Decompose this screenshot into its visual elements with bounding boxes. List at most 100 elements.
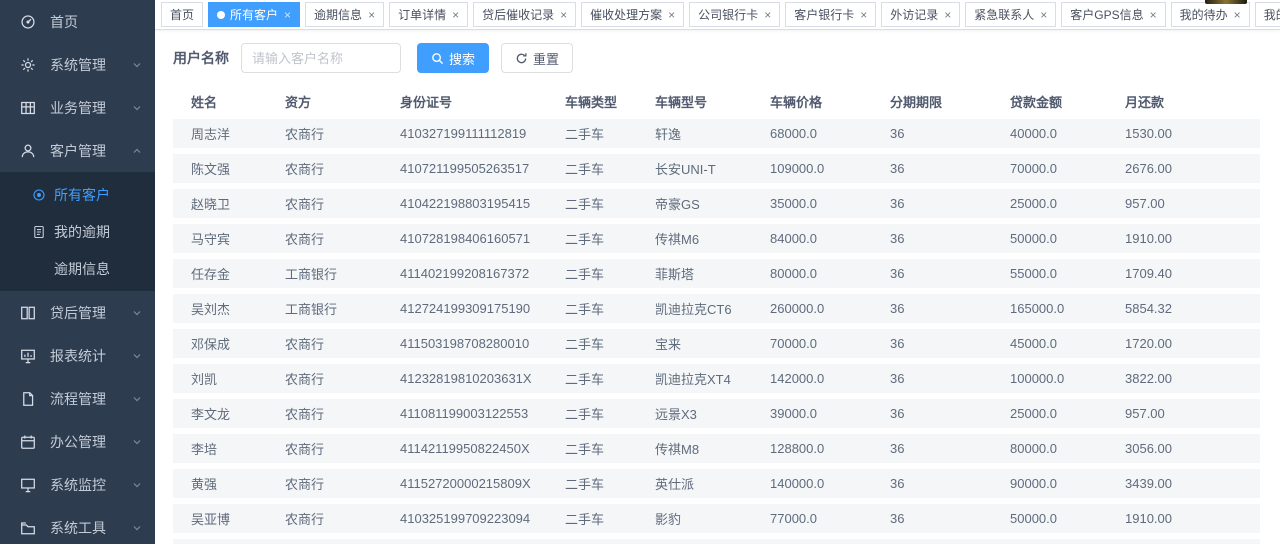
table-cell: [890, 539, 1010, 544]
sidebar-item-tools[interactable]: 系统工具: [0, 506, 155, 544]
close-icon[interactable]: ×: [1234, 9, 1241, 21]
sidebar-item-all-customers[interactable]: 所有客户: [0, 176, 155, 213]
close-icon[interactable]: ×: [368, 9, 375, 21]
table-cell: 赵晓卫: [173, 189, 285, 218]
tab-item-7[interactable]: 客户银行卡×: [785, 2, 876, 27]
sidebar-item-office[interactable]: 办公管理: [0, 420, 155, 463]
sidebar-item-my-overdue[interactable]: 我的逾期: [0, 213, 155, 250]
doc-icon: [32, 225, 46, 239]
search-button[interactable]: 搜索: [417, 43, 489, 73]
active-tab-dot: [217, 11, 225, 19]
table-cell: 36: [890, 364, 1010, 393]
table-cell: 农商行: [285, 189, 400, 218]
table-cell: 2676.00: [1125, 154, 1260, 183]
table-cell: 农商行: [285, 504, 400, 533]
tab-item-3[interactable]: 订单详情×: [389, 2, 468, 27]
sidebar-item-business[interactable]: 业务管理: [0, 86, 155, 129]
table-row: 李文龙农商行411081199003122553二手车远景X339000.036…: [173, 399, 1260, 428]
close-icon[interactable]: ×: [764, 9, 771, 21]
tab-item-9[interactable]: 紧急联系人×: [965, 2, 1056, 27]
tab-item-2[interactable]: 逾期信息×: [305, 2, 384, 27]
close-icon[interactable]: ×: [1150, 9, 1157, 21]
table-cell: 109000.0: [770, 154, 890, 183]
close-icon[interactable]: ×: [1040, 9, 1047, 21]
tab-item-8[interactable]: 外访记录×: [881, 2, 960, 27]
close-icon[interactable]: ×: [452, 9, 459, 21]
chevron-down-icon: [131, 102, 143, 114]
tab-item-6[interactable]: 公司银行卡×: [689, 2, 780, 27]
chevron-down-icon: [131, 393, 143, 405]
table-cell: 刘凯: [173, 364, 285, 393]
tab-item-12[interactable]: 我的流程×: [1255, 2, 1280, 27]
table-cell: 二手车: [565, 364, 655, 393]
tab-item-5[interactable]: 催收处理方案×: [581, 2, 684, 27]
column-header-4: 车辆型号: [655, 89, 770, 113]
table-cell: 128800.0: [770, 434, 890, 463]
table-cell: 410325199709223094: [400, 504, 565, 533]
table-cell: 吴亚博: [173, 504, 285, 533]
table-cell: 二手车: [565, 329, 655, 358]
table-cell: 412724199309175190: [400, 294, 565, 323]
table-row: 马守宾农商行410728198406160571二手车传祺M684000.036…: [173, 224, 1260, 253]
sidebar-item-home[interactable]: 首页: [0, 0, 155, 43]
tab-item-4[interactable]: 贷后催收记录×: [473, 2, 576, 27]
table-cell: 农商行: [285, 329, 400, 358]
sidebar-item-process[interactable]: 流程管理: [0, 377, 155, 420]
chart-icon: [20, 348, 36, 364]
table-row: 李培农商行41142119950822450X二手车传祺M8128800.036…: [173, 434, 1260, 463]
table-cell: 36: [890, 399, 1010, 428]
sidebar-item-reports[interactable]: 报表统计: [0, 334, 155, 377]
sidebar-item-loan-after[interactable]: 贷后管理: [0, 291, 155, 334]
sidebar-item-customer[interactable]: 客户管理: [0, 129, 155, 172]
gear-icon: [20, 57, 36, 73]
sidebar-item-label: 首页: [50, 12, 143, 32]
table-cell: 35000.0: [770, 189, 890, 218]
table-cell: [1010, 539, 1125, 544]
close-icon[interactable]: ×: [284, 9, 291, 21]
reset-button[interactable]: 重置: [501, 43, 573, 73]
chevron-down-icon: [131, 436, 143, 448]
sidebar-item-overdue-info[interactable]: 逾期信息: [0, 250, 155, 287]
tab-item-10[interactable]: 客户GPS信息 ×: [1061, 2, 1165, 27]
tab-item-1[interactable]: 所有客户 ×: [208, 2, 300, 27]
table-cell: 邓保成: [173, 329, 285, 358]
close-icon[interactable]: ×: [860, 9, 867, 21]
sidebar-item-label: 系统管理: [50, 55, 131, 75]
column-header-0: 姓名: [173, 89, 285, 113]
customer-table: 姓名资方身份证号车辆类型车辆型号车辆价格分期期限贷款金额月还款操作 周志洋农商行…: [173, 83, 1260, 544]
table-cell: 142000.0: [770, 364, 890, 393]
table-cell: 黄强: [173, 469, 285, 498]
table-cell: 411081199003122553: [400, 399, 565, 428]
user-icon: [20, 143, 36, 159]
table-cell: 农商行: [285, 539, 400, 544]
table-cell: [770, 539, 890, 544]
chevron-up-icon: [131, 145, 143, 157]
sidebar-item-monitor[interactable]: 系统监控: [0, 463, 155, 506]
tab-item-11[interactable]: 我的待办×: [1171, 2, 1250, 27]
file-icon: [20, 391, 36, 407]
main-content: 首页所有客户×逾期信息×订单详情×贷后催收记录×催收处理方案×公司银行卡×客户银…: [155, 0, 1280, 544]
table-cell: 36: [890, 189, 1010, 218]
close-icon[interactable]: ×: [668, 9, 675, 21]
table-cell: 李培: [173, 434, 285, 463]
table-cell: 25000.0: [1010, 189, 1125, 218]
dashboard-icon: [20, 14, 36, 30]
table-cell: 957.00: [1125, 399, 1260, 428]
table-cell: 410721199505263517: [400, 154, 565, 183]
chevron-down-icon: [131, 479, 143, 491]
chevron-down-icon: [131, 59, 143, 71]
customer-name-input[interactable]: [241, 43, 401, 73]
sidebar-item-label: 办公管理: [50, 432, 131, 452]
table-cell: 帝豪GS: [655, 189, 770, 218]
tab-label: 客户GPS信息: [1070, 6, 1143, 23]
refresh-icon: [515, 52, 528, 65]
tab-label: 所有客户: [230, 6, 278, 23]
sidebar-item-system[interactable]: 系统管理: [0, 43, 155, 86]
close-icon[interactable]: ×: [944, 9, 951, 21]
table-cell: 80000.0: [770, 259, 890, 288]
table-row: 赵晓卫农商行410422198803195415二手车帝豪GS35000.036…: [173, 189, 1260, 218]
tab-item-0[interactable]: 首页: [161, 2, 203, 27]
table-cell: 5854.32: [1125, 294, 1260, 323]
close-icon[interactable]: ×: [560, 9, 567, 21]
chevron-down-icon: [131, 522, 143, 534]
